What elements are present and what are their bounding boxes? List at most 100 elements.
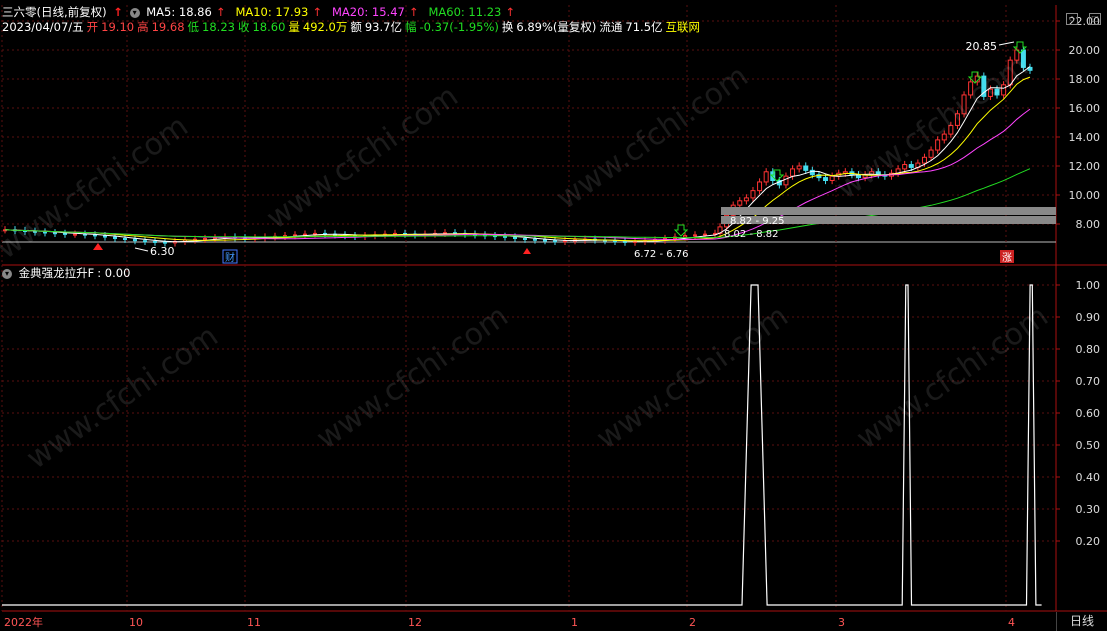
y-tick-label: 0.60 xyxy=(1076,407,1101,420)
candle-body xyxy=(513,236,517,240)
range-label: 6.72 - 6.76 xyxy=(634,249,689,260)
low-mark-label: 6.30 xyxy=(150,245,175,258)
ma-legend-item: MA20: 15.47 xyxy=(331,5,405,19)
open-value: 19.10 xyxy=(101,20,135,34)
ma-legend: MA5: 18.86 ↑ MA10: 17.93 ↑ MA20: 15.47 ↑ MA60:… xyxy=(146,5,525,19)
buy-triangle-icon xyxy=(93,243,103,250)
range-label: 8.02 - 8.82 xyxy=(724,229,779,240)
candle-body xyxy=(523,238,527,240)
y-tick-label: 0.90 xyxy=(1076,311,1101,324)
y-tick-label: 0.40 xyxy=(1076,471,1101,484)
x-tick-label: 4 xyxy=(1008,616,1015,629)
candle-body xyxy=(63,232,67,235)
candle-body xyxy=(994,88,1000,96)
y-tick-label: 0.80 xyxy=(1076,343,1101,356)
candle-body xyxy=(703,233,707,236)
candle-body xyxy=(153,240,157,243)
range-label: 8.82 - 9.25 xyxy=(730,216,785,227)
indicator-value: : 0.00 xyxy=(97,266,131,280)
candle-body xyxy=(941,133,947,141)
candle-body xyxy=(203,238,207,240)
candle-body xyxy=(908,164,914,168)
indicator-name[interactable]: 金典强龙拉升F xyxy=(19,266,95,280)
y-tick-label: 1.00 xyxy=(1076,279,1101,292)
candle-body xyxy=(928,149,934,158)
y-tick-label: 0.20 xyxy=(1076,535,1101,548)
candle-body xyxy=(987,88,993,97)
header-line-2: 2023/04/07/五开 19.10 高 19.68 低 18.23 收 18.60 量 492… xyxy=(2,20,701,34)
turnover-value: 6.89%(量复权) xyxy=(516,20,597,34)
candle-body xyxy=(503,235,507,238)
high-mark-label: 20.85 xyxy=(966,40,998,53)
ma-legend-item: MA10: 17.93 xyxy=(235,5,309,19)
y-tick-label: 14.00 xyxy=(1069,131,1101,144)
y-tick-label: 20.00 xyxy=(1069,44,1101,57)
window-toggle-icon[interactable]: □ xyxy=(1089,13,1101,25)
ma-legend-item: MA60: 11.23 xyxy=(428,5,502,19)
stock-name[interactable]: 三六零(日线,前复权) xyxy=(2,5,107,19)
candle-body xyxy=(763,171,769,183)
x-tick-label: 11 xyxy=(247,616,261,629)
window-tools: ◇ □ xyxy=(1060,6,1101,25)
candle-body xyxy=(683,235,687,238)
candle-body xyxy=(533,238,537,241)
candle-body xyxy=(829,175,835,181)
candle-body xyxy=(961,94,967,115)
candle-body xyxy=(757,181,763,192)
high-value: 19.68 xyxy=(151,20,185,34)
float-value: 71.5亿 xyxy=(625,20,663,34)
y-tick-label: 8.00 xyxy=(1076,218,1101,231)
up-arrow-icon: ↑ xyxy=(312,5,322,19)
candle-body xyxy=(790,168,796,177)
up-arrow-icon: ↑ xyxy=(113,5,123,19)
change-value: -0.37(-1.95%) xyxy=(419,20,499,34)
candle-body xyxy=(543,239,547,242)
candle-body xyxy=(213,237,217,240)
amount-value: 93.7亿 xyxy=(364,20,402,34)
candle-body xyxy=(783,175,789,186)
candle-body xyxy=(1020,49,1026,68)
ma-legend-item: MA5: 18.86 xyxy=(146,5,212,19)
candle-body xyxy=(133,238,137,242)
candle-body xyxy=(968,81,974,96)
x-tick-label: 12 xyxy=(408,616,422,629)
candle-body xyxy=(123,238,127,240)
candle-body xyxy=(693,234,697,237)
badge-zhang: 涨 xyxy=(1002,252,1012,264)
candle-body xyxy=(93,234,97,237)
chevron-down-icon[interactable]: ▾ xyxy=(2,268,12,279)
candle-body xyxy=(803,165,809,171)
chevron-down-icon[interactable]: ▾ xyxy=(129,7,140,18)
candle-body xyxy=(163,241,167,244)
x-tick-label: 2022年 xyxy=(4,615,43,629)
up-arrow-icon: ↑ xyxy=(408,5,419,19)
x-tick-label: 3 xyxy=(838,616,845,629)
ma-line-ma60 xyxy=(4,168,1031,239)
candle-body xyxy=(553,240,557,243)
y-tick-label: 10.00 xyxy=(1069,189,1101,202)
sector-label[interactable]: 互联网 xyxy=(666,20,701,34)
x-tick-label: 2 xyxy=(689,616,696,629)
candle-body xyxy=(743,197,749,202)
candle-body xyxy=(948,124,954,135)
candle-body xyxy=(902,164,908,170)
candle-body xyxy=(313,232,317,235)
candle-body xyxy=(303,233,307,236)
period-tab[interactable]: 日线 xyxy=(1056,612,1107,631)
y-tick-label: 18.00 xyxy=(1069,73,1101,86)
diamond-icon[interactable]: ◇ xyxy=(1065,13,1078,25)
low-value: 18.23 xyxy=(202,20,235,34)
x-tick-label: 1 xyxy=(571,616,578,629)
candle-body xyxy=(73,233,77,236)
candle-body xyxy=(823,177,829,182)
date-label: 2023/04/07/五 xyxy=(2,20,84,34)
y-tick-label: 0.70 xyxy=(1076,375,1101,388)
up-arrow-icon: ↑ xyxy=(505,5,515,19)
up-arrow-icon: ↑ xyxy=(215,5,226,19)
candle-body xyxy=(1001,84,1007,96)
candle-body xyxy=(53,232,57,235)
close-value: 18.60 xyxy=(252,20,286,34)
x-tick-label: 10 xyxy=(129,616,143,629)
y-tick-label: 0.50 xyxy=(1076,439,1101,452)
support-band xyxy=(721,207,1056,215)
